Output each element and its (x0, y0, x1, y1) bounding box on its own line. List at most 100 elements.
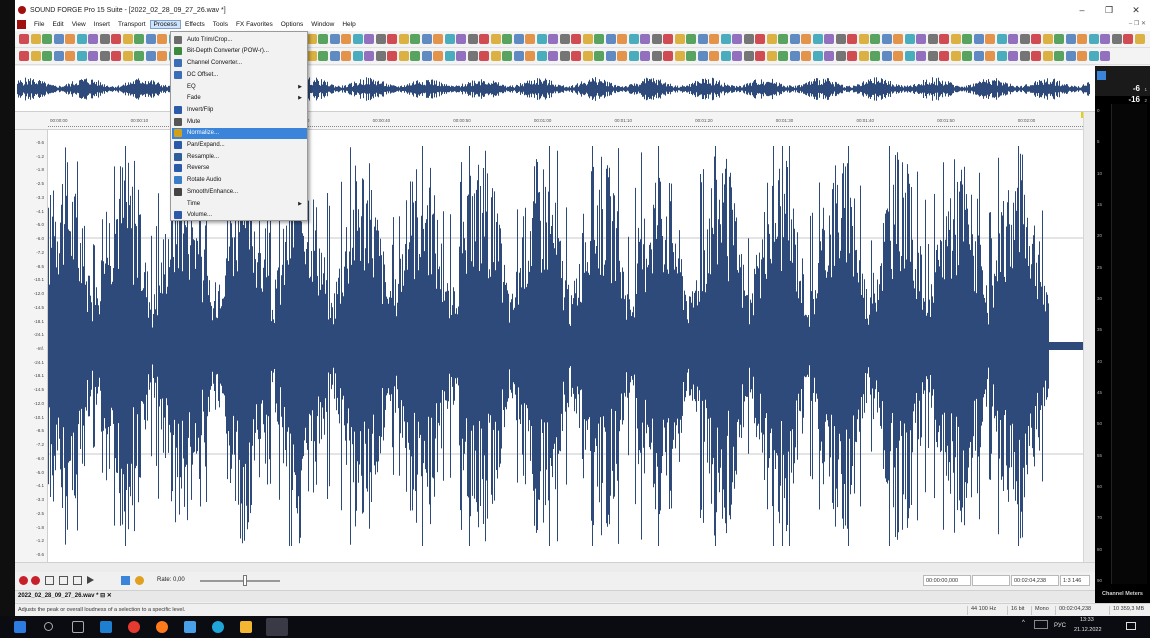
toolbar-button[interactable] (42, 34, 52, 44)
toolbar-button[interactable] (709, 51, 719, 61)
toolbar-button[interactable] (893, 51, 903, 61)
toolbar-button[interactable] (525, 51, 535, 61)
toolbar-button[interactable] (674, 51, 685, 61)
toolbar-button[interactable] (398, 34, 409, 44)
toolbar-button[interactable] (1123, 34, 1133, 44)
toolbar-button[interactable] (375, 34, 386, 44)
document-tab-controls[interactable]: ⊟ ✕ (100, 593, 112, 599)
toolbar-button[interactable] (341, 51, 351, 61)
toolbar-button[interactable] (157, 34, 167, 44)
toolbar-button[interactable] (1088, 51, 1099, 61)
toolbar-button[interactable] (444, 34, 455, 44)
toolbar-button[interactable] (755, 34, 765, 44)
toolbar-button[interactable] (732, 34, 742, 44)
toolbar-button[interactable] (651, 34, 662, 44)
process-menu-item[interactable]: Rotate Audio (172, 174, 307, 186)
toolbar-button[interactable] (720, 34, 731, 44)
toolbar-button[interactable] (1111, 34, 1122, 44)
toolbar-button[interactable] (421, 34, 432, 44)
selection-start-field[interactable]: 00:00:00,000 (923, 575, 971, 586)
toolbar-button[interactable] (410, 51, 420, 61)
toolbar-button[interactable] (812, 51, 823, 61)
toolbar-button[interactable] (594, 51, 604, 61)
toolbar-button[interactable] (525, 34, 535, 44)
toolbar-button[interactable] (812, 34, 823, 44)
toolbar-button[interactable] (99, 51, 110, 61)
toolbar-button[interactable] (686, 34, 696, 44)
toolbar-button[interactable] (318, 34, 328, 44)
toolbar-button[interactable] (1019, 34, 1030, 44)
toolbar-button[interactable] (881, 34, 892, 44)
toolbar-button[interactable] (640, 51, 650, 61)
toolbar-button[interactable] (674, 34, 685, 44)
toolbar-button[interactable] (605, 34, 616, 44)
menu-fx-favorites[interactable]: FX Favorites (232, 20, 277, 29)
toolbar-button[interactable] (743, 51, 754, 61)
toolbar-button[interactable] (801, 51, 811, 61)
toolbar-button[interactable] (513, 34, 524, 44)
toolbar-button[interactable] (134, 34, 144, 44)
toolbar-button[interactable] (318, 51, 328, 61)
toolbar-button[interactable] (962, 51, 972, 61)
toolbar-button[interactable] (145, 51, 156, 61)
toolbar-button[interactable] (433, 51, 443, 61)
toolbar-button[interactable] (99, 34, 110, 44)
toolbar-button[interactable] (329, 51, 340, 61)
menu-insert[interactable]: Insert (90, 20, 114, 29)
toolbar-button[interactable] (19, 51, 29, 61)
toolbar-button[interactable] (617, 34, 627, 44)
toolbar-button[interactable] (985, 34, 995, 44)
toolbar-button[interactable] (444, 51, 455, 61)
toolbar-button[interactable] (306, 51, 317, 61)
search-icon[interactable] (44, 622, 53, 631)
process-menu-item[interactable]: Resample... (172, 151, 307, 163)
meter-options-icon[interactable] (1097, 71, 1106, 80)
toolbar-button[interactable] (30, 34, 41, 44)
menu-transport[interactable]: Transport (114, 20, 150, 29)
toolbar-button[interactable] (582, 34, 593, 44)
toolbar-button[interactable] (387, 51, 397, 61)
toolbar-button[interactable] (479, 34, 489, 44)
toolbar-button[interactable] (1008, 34, 1018, 44)
toolbar-button[interactable] (916, 51, 926, 61)
toolbar-button[interactable] (1088, 34, 1099, 44)
toolbar-button[interactable] (88, 34, 98, 44)
mdi-window-controls[interactable]: – ❐ ✕ (1129, 20, 1146, 27)
toolbar-button[interactable] (904, 34, 915, 44)
toolbar-button[interactable] (479, 51, 489, 61)
document-icon[interactable] (17, 20, 26, 29)
toolbar-button[interactable] (53, 51, 64, 61)
go-to-end-button[interactable] (59, 576, 68, 585)
toolbar-button[interactable] (847, 34, 857, 44)
toolbar-button[interactable] (628, 34, 639, 44)
menu-window[interactable]: Window (307, 20, 338, 29)
toolbar-button[interactable] (973, 34, 984, 44)
toolbar-button[interactable] (916, 34, 926, 44)
go-to-start-button[interactable] (45, 576, 54, 585)
process-menu-item[interactable]: Pan/Expand... (172, 139, 307, 151)
toolbar-button[interactable] (42, 51, 52, 61)
toolbar-button[interactable] (1031, 51, 1041, 61)
toolbar-button[interactable] (157, 51, 167, 61)
process-menu-item[interactable]: Smooth/Enhance... (172, 186, 307, 198)
toolbar-button[interactable] (571, 34, 581, 44)
toolbar-button[interactable] (697, 34, 708, 44)
toolbar-button[interactable] (352, 34, 363, 44)
toolbar-button[interactable] (858, 34, 869, 44)
toolbar-button[interactable] (927, 34, 938, 44)
process-menu-item[interactable]: Mute (172, 116, 307, 128)
toolbar-button[interactable] (536, 34, 547, 44)
toolbar-button[interactable] (306, 34, 317, 44)
toolbar-button[interactable] (686, 51, 696, 61)
toolbar-button[interactable] (1065, 51, 1076, 61)
edge-icon[interactable] (212, 621, 224, 633)
toolbar-button[interactable] (134, 51, 144, 61)
toolbar-button[interactable] (789, 51, 800, 61)
toolbar-button[interactable] (985, 51, 995, 61)
toolbar-button[interactable] (122, 51, 133, 61)
toolbar-button[interactable] (835, 34, 846, 44)
toolbar-button[interactable] (571, 51, 581, 61)
toolbar-button[interactable] (364, 34, 374, 44)
toolbar-button[interactable] (456, 34, 466, 44)
toolbar-button[interactable] (1031, 34, 1041, 44)
